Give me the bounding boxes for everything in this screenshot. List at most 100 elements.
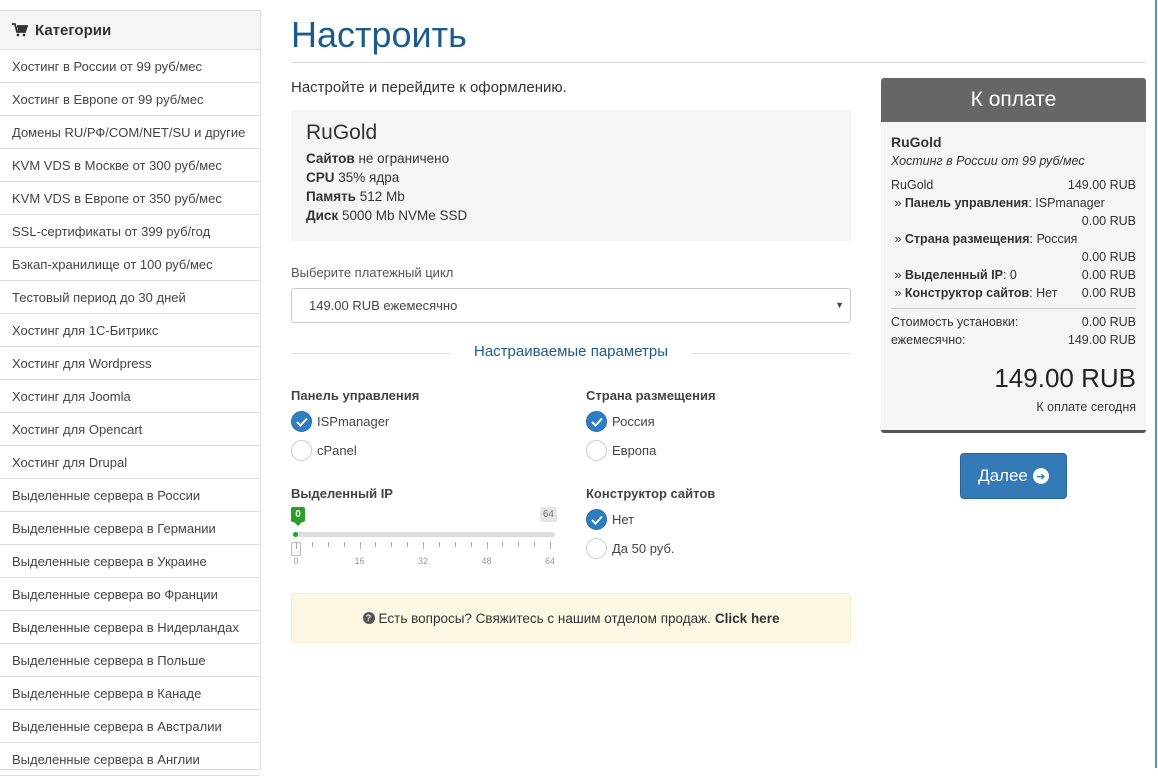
- builder-option-label: Нет: [612, 512, 635, 527]
- order-summary-panel: К оплате RuGold Хостинг в России от 99 р…: [881, 78, 1146, 433]
- sidebar-item[interactable]: Выделенные сервера в России: [0, 479, 260, 512]
- panel-option-ispmanager[interactable]: ISPmanager: [291, 411, 389, 432]
- country-option-label: Европа: [612, 443, 657, 458]
- slider-tick-label: 16: [354, 556, 365, 566]
- billing-cycle-value: 149.00 RUB ежемесячно: [309, 298, 458, 313]
- sidebar-item[interactable]: Выделенные сервера в Германии: [0, 512, 260, 545]
- alert-text: Есть вопросы? Свяжитесь с нашим отделом …: [378, 610, 711, 626]
- slider-tick: [359, 542, 361, 549]
- summary-ip-price: 0.00 RUB: [1081, 268, 1136, 282]
- sidebar-item[interactable]: Выделенные сервера в Украине: [0, 545, 260, 578]
- sidebar-item[interactable]: SSL-сертификаты от 399 руб/год: [0, 215, 260, 248]
- spec-label: CPU: [306, 170, 335, 185]
- summary-country-label: Страна размещения: [904, 232, 1030, 246]
- country-option-russia[interactable]: Россия: [586, 411, 655, 432]
- slider-tick-label: 32: [417, 556, 429, 566]
- panel-option-label: ISPmanager: [317, 414, 390, 429]
- page-title: Настроить: [291, 14, 467, 55]
- spec-label: Диск: [306, 208, 339, 223]
- sidebar-item[interactable]: Домены RU/РФ/COM/NET/SU и другие: [0, 116, 260, 149]
- product-spec: CPU 35% ядра: [306, 168, 836, 187]
- summary-monthly-price: 149.00 RUB: [1067, 333, 1136, 347]
- unchecked-radio-icon: [291, 440, 312, 461]
- product-spec: Диск 5000 Mb NVMe SSD: [306, 206, 836, 225]
- sidebar-item[interactable]: Выделенные сервера в Нидерландах: [0, 611, 260, 644]
- spec-value: не ограничено: [358, 151, 450, 166]
- country-option-europe[interactable]: Европа: [586, 440, 656, 461]
- panel-option-cpanel[interactable]: cPanel: [291, 440, 357, 461]
- contact-sales-link[interactable]: Click here: [715, 611, 780, 626]
- sidebar-item[interactable]: Выделенные сервера в Канаде: [0, 677, 260, 710]
- summary-panel-label: Панель управления: [904, 196, 1029, 210]
- summary-base-price: 149.00 RUB: [1067, 178, 1136, 192]
- shopping-cart-icon: [12, 23, 28, 37]
- chevron-down-icon: ▼: [835, 300, 844, 310]
- sidebar-item[interactable]: Выделенные сервера в Австралии: [0, 710, 260, 743]
- sidebar-item[interactable]: Хостинг в России от 99 руб/мес: [0, 50, 260, 83]
- slider-tick: [311, 542, 313, 547]
- slider-tick-label: 48: [481, 556, 492, 566]
- product-info-box: RuGold Сайтов не ограничено CPU 35% ядра П…: [291, 110, 851, 241]
- spec-value: 35% ядра: [338, 170, 400, 185]
- sidebar-item[interactable]: Тестовый период до 30 дней: [0, 281, 260, 314]
- summary-setup-price: 0.00 RUB: [1081, 315, 1136, 329]
- sidebar-item[interactable]: Хостинг для Wordpress: [0, 347, 260, 380]
- summary-line-panel: » Панель управления: ISPmanager: [891, 196, 1105, 210]
- slider-fill: [293, 532, 298, 537]
- billing-cycle-select[interactable]: 149.00 RUB ежемесячно ▼: [291, 288, 851, 323]
- slider-tick: [375, 542, 377, 547]
- slider-tick: [423, 542, 424, 549]
- summary-builder-label: Конструктор сайтов: [904, 286, 1030, 300]
- sidebar-item[interactable]: Хостинг в Европе от 99 руб/мес: [0, 83, 260, 116]
- summary-line-ip: » Выделенный IP: 0 0.00 RUB: [891, 268, 1136, 282]
- next-button[interactable]: Далее ➜: [960, 453, 1067, 499]
- checked-radio-icon: [586, 509, 607, 530]
- summary-setup-label: Стоимость установки:: [891, 315, 1019, 329]
- slider-tick: [518, 542, 520, 547]
- slider-value-badge: 0: [291, 507, 305, 526]
- arrow-right-circle-icon: ➜: [1032, 468, 1049, 484]
- ip-slider[interactable]: 0 64 0 16 32 48 64: [291, 506, 557, 568]
- product-name: RuGold: [306, 121, 378, 144]
- checked-radio-icon: [291, 411, 312, 432]
- slider-tick: [407, 542, 409, 547]
- slider-tick: [327, 542, 329, 547]
- sidebar-item[interactable]: Хостинг для Joomla: [0, 380, 260, 413]
- slider-tick: [391, 542, 393, 547]
- slider-tick: [343, 542, 345, 547]
- sidebar-header: Категории: [0, 11, 260, 50]
- summary-line-setup: Стоимость установки: 0.00 RUB: [891, 313, 1136, 331]
- summary-ip-value: 0: [1009, 268, 1017, 282]
- sidebar-item[interactable]: Выделенные сервера в Англии: [0, 743, 260, 776]
- slider-tick: [454, 542, 456, 547]
- summary-builder-value: Нет: [1036, 286, 1058, 300]
- product-spec-list: Сайтов не ограничено CPU 35% ядра Память 5…: [306, 149, 836, 225]
- sidebar-item[interactable]: KVM VDS в Москве от 300 руб/мес: [0, 149, 260, 182]
- sidebar-item[interactable]: Хостинг для 1С-Битрикс: [0, 314, 260, 347]
- sidebar-item[interactable]: KVM VDS в Европе от 350 руб/мес: [0, 182, 260, 215]
- spec-label: Память: [306, 189, 356, 204]
- sidebar-item[interactable]: Бэкап-хранилище от 100 руб/мес: [0, 248, 260, 281]
- sidebar-item[interactable]: Хостинг для Opencart: [0, 413, 260, 446]
- sidebar-item[interactable]: Хостинг для Drupal: [0, 446, 260, 479]
- summary-panel-price: 0.00 RUB: [1081, 214, 1136, 228]
- unchecked-radio-icon: [586, 440, 607, 461]
- builder-option-label: Да 50 руб.: [612, 541, 675, 556]
- builder-option-no[interactable]: Нет: [586, 509, 634, 530]
- builder-option-yes[interactable]: Да 50 руб.: [586, 538, 675, 559]
- slider-tick: [296, 542, 297, 549]
- summary-separator: [891, 308, 1136, 309]
- sidebar-item[interactable]: Выделенные сервера во Франции: [0, 578, 260, 611]
- summary-line-monthly: ежемесячно: 149.00 RUB: [891, 331, 1136, 349]
- slider-track[interactable]: [293, 532, 555, 537]
- summary-product-group: Хостинг в России от 99 руб/мес: [891, 154, 1085, 168]
- sidebar-item[interactable]: Выделенные сервера в Польше: [0, 644, 260, 677]
- next-button-label: Далее: [978, 466, 1028, 485]
- unchecked-radio-icon: [586, 538, 607, 559]
- checked-radio-icon: [586, 411, 607, 432]
- question-circle-icon: ?: [362, 612, 375, 624]
- slider-tick: [502, 542, 504, 547]
- summary-base-name: RuGold: [891, 178, 934, 192]
- product-spec: Память 512 Mb: [306, 187, 836, 206]
- summary-line-builder: » Конструктор сайтов: Нет 0.00 RUB: [891, 286, 1136, 300]
